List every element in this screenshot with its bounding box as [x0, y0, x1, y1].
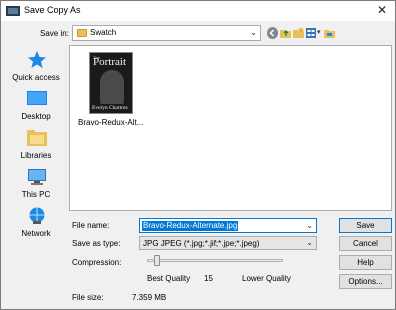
- file-size-label: File size:: [72, 293, 104, 302]
- place-label: Desktop: [21, 112, 51, 121]
- file-thumbnail: The Portrait Evelyn Chartres: [89, 52, 133, 114]
- compression-min-label: Best Quality: [147, 274, 191, 283]
- file-name-label: File name:: [72, 221, 110, 230]
- file-name-value[interactable]: Bravo-Redux-Alternate.jpg: [142, 221, 239, 231]
- save-as-type-value: JPG JPEG (*.jpg;*.jif;*.jpe;*.jpeg): [143, 239, 260, 248]
- compression-slider-track[interactable]: [147, 259, 283, 262]
- star-icon: [28, 51, 46, 68]
- desktop-icon: [27, 91, 47, 105]
- window-title: Save Copy As: [24, 5, 81, 15]
- save-as-type-label: Save as type:: [72, 239, 121, 248]
- file-list[interactable]: The Portrait Evelyn Chartres Bravo-Redux…: [69, 45, 392, 211]
- computer-icon: [28, 169, 46, 185]
- file-name-label: Bravo-Redux-Alt...: [78, 118, 144, 127]
- place-label: This PC: [21, 190, 51, 199]
- save-in-label: Save in:: [40, 29, 69, 38]
- desktop-icon[interactable]: [324, 27, 335, 39]
- place-desktop[interactable]: Desktop: [7, 88, 65, 126]
- new-folder-icon[interactable]: [293, 27, 304, 39]
- place-label: Network: [21, 229, 51, 238]
- app-icon: [6, 6, 20, 16]
- save-copy-as-dialog: Save Copy As ✕ Save in: Swatch ⌄ ▾ Quick…: [0, 0, 396, 310]
- file-size-value: 7.359 MB: [132, 293, 167, 302]
- back-icon[interactable]: [267, 27, 278, 39]
- thumbnail-title: Portrait: [93, 56, 126, 68]
- save-as-type-dropdown[interactable]: JPG JPEG (*.jpg;*.jif;*.jpe;*.jpeg) ⌄: [139, 236, 317, 250]
- compression-slider-thumb[interactable]: [154, 255, 160, 266]
- options-button[interactable]: Options...: [339, 274, 392, 289]
- up-folder-icon[interactable]: [280, 27, 291, 39]
- close-button[interactable]: ✕: [369, 1, 395, 21]
- save-in-value: Swatch: [90, 28, 117, 37]
- thumbnail-author: Evelyn Chartres: [92, 105, 128, 111]
- help-button[interactable]: Help: [339, 255, 392, 270]
- chevron-down-icon: ⌄: [250, 28, 257, 37]
- place-libraries[interactable]: Libraries: [7, 127, 65, 165]
- folder-icon: [77, 29, 87, 37]
- place-network[interactable]: Network: [7, 205, 65, 243]
- list-item[interactable]: The Portrait Evelyn Chartres Bravo-Redux…: [78, 52, 148, 132]
- place-label: Libraries: [20, 151, 52, 160]
- place-this-pc[interactable]: This PC: [7, 166, 65, 204]
- network-icon: [29, 207, 45, 224]
- place-quick-access[interactable]: Quick access: [7, 49, 65, 87]
- places-bar: Quick access Desktop Libraries This PC N…: [7, 43, 65, 243]
- libraries-icon: [27, 130, 47, 146]
- save-in-dropdown[interactable]: Swatch ⌄: [72, 25, 261, 41]
- compression-value-label: 15: [204, 274, 213, 283]
- chevron-down-icon[interactable]: ⌄: [306, 221, 313, 230]
- portrait-figure: [100, 70, 124, 104]
- compression-max-label: Lower Quality: [242, 274, 291, 283]
- compression-label: Compression:: [72, 258, 122, 267]
- save-button[interactable]: Save: [339, 218, 392, 233]
- chevron-down-icon: ⌄: [306, 238, 313, 247]
- place-label: Quick access: [12, 73, 60, 82]
- title-bar: Save Copy As ✕: [1, 1, 395, 21]
- file-name-input[interactable]: Bravo-Redux-Alternate.jpg ⌄: [139, 218, 317, 233]
- cancel-button[interactable]: Cancel: [339, 236, 392, 251]
- close-icon: ✕: [377, 3, 388, 17]
- view-dropdown-arrow-icon[interactable]: ▾: [317, 28, 321, 36]
